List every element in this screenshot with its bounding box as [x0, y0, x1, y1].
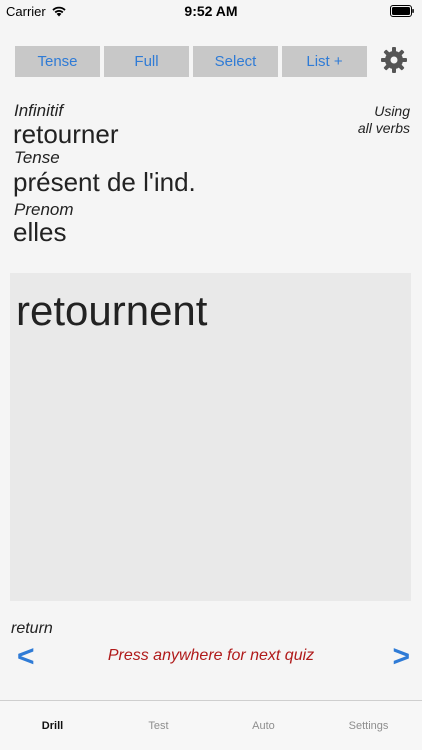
infinitif-value: retourner — [13, 119, 119, 149]
full-button[interactable]: Full — [104, 46, 189, 77]
verb-scope-indicator: Using all verbs — [358, 103, 410, 137]
using-line-2: all verbs — [357, 120, 410, 136]
status-bar: Carrier 9:52 AM — [0, 0, 422, 22]
tense-button[interactable]: Tense — [15, 46, 100, 77]
tab-drill[interactable]: Drill — [0, 720, 105, 732]
tense-value: présent de l'ind. — [13, 167, 196, 197]
translation-text: return — [11, 620, 53, 637]
answer-panel[interactable]: retournent — [10, 273, 411, 601]
battery-icon — [390, 5, 414, 17]
tense-label: Tense — [14, 148, 60, 167]
next-button[interactable]: > — [392, 640, 410, 674]
select-button[interactable]: Select — [193, 46, 278, 77]
tab-test[interactable]: Test — [106, 720, 211, 732]
prenom-value: elles — [13, 217, 67, 247]
using-line-1: Using — [374, 103, 410, 119]
tab-auto[interactable]: Auto — [211, 720, 316, 732]
toolbar: Tense Full Select List + — [15, 46, 410, 77]
tab-bar: Drill Test Auto Settings — [0, 700, 422, 750]
gear-icon[interactable] — [380, 46, 408, 74]
next-quiz-hint: Press anywhere for next quiz — [107, 647, 315, 664]
list-plus-button[interactable]: List + — [282, 46, 367, 77]
infinitif-label: Infinitif — [14, 101, 64, 120]
app-screen: Carrier 9:52 AM Tense Full Select List + — [0, 0, 422, 750]
answer-text: retournent — [16, 287, 208, 334]
status-time: 9:52 AM — [184, 3, 238, 19]
tab-settings[interactable]: Settings — [316, 720, 421, 732]
